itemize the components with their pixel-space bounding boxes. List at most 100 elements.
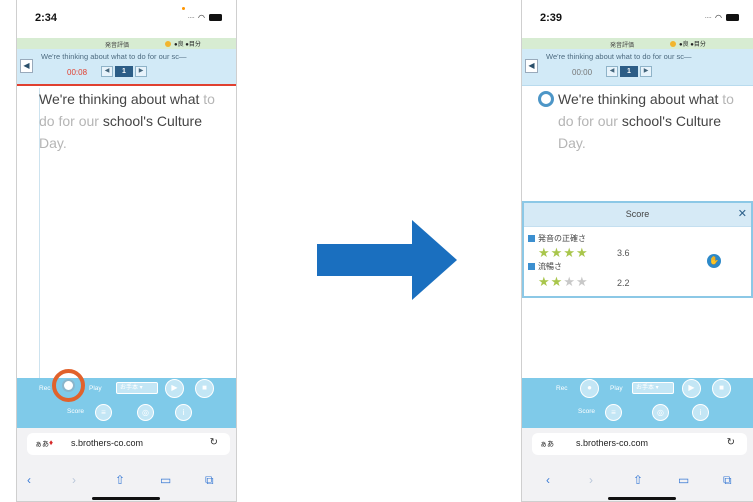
star-icon: ★ [575, 245, 589, 260]
url-text: s.brothers-co.com [71, 438, 144, 448]
forward-nav-icon[interactable]: › [589, 473, 593, 487]
fluency-stars: ★★★★ [538, 274, 589, 290]
score-list-icon[interactable]: ≡ [605, 404, 622, 421]
tabs-icon[interactable]: ⧉ [205, 473, 214, 488]
accuracy-label: 発音の正確さ [528, 233, 586, 244]
play-icon[interactable]: ▶ [682, 379, 701, 398]
accuracy-stars: ★★★★ [538, 245, 589, 261]
model-audio-select[interactable]: お手本 ▾ [116, 382, 158, 394]
next-page-button[interactable]: ▶ [135, 66, 147, 77]
sentence-part-4: school's Culture [98, 113, 202, 129]
status-time: 2:39 [540, 12, 563, 24]
bookmarks-icon[interactable]: ▭ [678, 473, 689, 487]
share-icon[interactable]: ⇧ [633, 473, 643, 487]
status-time: 2:34 [35, 12, 58, 24]
text-size-button[interactable]: ぁあ [35, 439, 49, 449]
tabs-icon[interactable]: ⧉ [723, 473, 732, 488]
evaluation-legend: ●良 ●目分 [670, 39, 706, 48]
model-audio-select[interactable]: お手本 ▾ [632, 382, 674, 394]
star-icon: ★ [550, 245, 564, 260]
back-nav-icon[interactable]: ‹ [27, 473, 31, 487]
browser-address-bar: ぁあ ♦ s.brothers-co.com ↻ [17, 428, 236, 470]
url-text: s.brothers-co.com [576, 438, 649, 448]
hand-icon[interactable]: ✋ [707, 254, 721, 268]
sentence-part-5: Day. [558, 135, 586, 151]
wifi-icon: ◠ [198, 13, 205, 22]
back-nav-icon[interactable]: ‹ [546, 473, 550, 487]
evaluation-legend: ●良 ●目分 [165, 39, 201, 48]
star-icon: ★ [575, 274, 589, 289]
evaluation-legend-text: ●良 ●目分 [174, 42, 201, 48]
close-icon[interactable]: ✕ [738, 207, 747, 220]
battery-icon [726, 14, 739, 21]
previous-page-button[interactable]: ◀ [606, 66, 618, 77]
sentence-text: We're thinking about what to do for our … [39, 88, 230, 154]
microphone-icon: ♦ [49, 438, 54, 447]
back-button[interactable]: ◀ [525, 59, 538, 73]
evaluation-legend-text: ●良 ●目分 [679, 42, 706, 48]
star-icon: ★ [563, 274, 576, 289]
reload-icon[interactable]: ↻ [210, 437, 218, 448]
url-field[interactable]: ぁあ s.brothers-co.com ↻ [532, 433, 747, 455]
url-field[interactable]: ぁあ ♦ s.brothers-co.com ↻ [27, 433, 230, 455]
record-stop-button[interactable] [62, 379, 75, 392]
share-icon[interactable]: ⇧ [115, 473, 125, 487]
phone-screen-after: 2:39 ···· ◠ 発音評価 ●良 ●目分 ◀ We're thinking… [521, 0, 753, 502]
sentence-part-2: to [718, 91, 734, 107]
home-indicator [608, 497, 676, 500]
fluency-score: 2.2 [617, 278, 630, 288]
accuracy-label-text: 発音の正確さ [538, 234, 586, 243]
play-label: Play [89, 385, 102, 392]
score-list-icon[interactable]: ≡ [95, 404, 112, 421]
fluency-label: 流暢さ [528, 261, 562, 272]
record-icon[interactable]: ● [580, 379, 599, 398]
next-page-button[interactable]: ▶ [640, 66, 652, 77]
sentence-part-1: We're thinking about what [558, 91, 719, 107]
replay-icon[interactable] [538, 91, 554, 107]
stop-icon[interactable]: ■ [195, 379, 214, 398]
signal-icon: ···· [704, 13, 712, 22]
back-button[interactable]: ◀ [20, 59, 33, 73]
settings-icon[interactable]: ◎ [137, 404, 154, 421]
evaluation-bar: 発音評価 ●良 ●目分 [17, 38, 236, 49]
rec-label: Rec [39, 385, 51, 392]
play-icon[interactable]: ▶ [165, 379, 184, 398]
star-icon: ★ [550, 274, 564, 289]
score-label: Score [67, 408, 84, 415]
sentence-preview: We're thinking about what to do for our … [546, 52, 692, 61]
info-icon[interactable]: i [692, 404, 709, 421]
recording-indicator-icon [182, 7, 185, 10]
practice-toolbar: Rec ● Play お手本 ▾ ▶ ■ Score ≡ ◎ i [522, 378, 753, 428]
stop-icon[interactable]: ■ [712, 379, 731, 398]
settings-icon[interactable]: ◎ [652, 404, 669, 421]
page-navigator: ◀ 1 ▶ [606, 66, 652, 77]
reload-icon[interactable]: ↻ [727, 437, 735, 448]
status-icons: ···· ◠ [704, 13, 739, 22]
play-label: Play [610, 385, 623, 392]
star-icon: ★ [538, 245, 551, 260]
score-popup-title: Score [625, 209, 650, 219]
previous-page-button[interactable]: ◀ [101, 66, 113, 77]
star-icon: ★ [538, 274, 551, 289]
battery-icon [209, 14, 222, 21]
text-size-button[interactable]: ぁあ [540, 439, 554, 449]
sentence-part-5: Day. [39, 135, 67, 151]
fluency-label-text: 流暢さ [538, 262, 562, 271]
sentence-part-4: school's Culture [617, 113, 721, 129]
legend-dot-icon [670, 40, 676, 47]
sentence-header: ◀ We're thinking about what to do for ou… [17, 49, 236, 86]
sentence-text: We're thinking about what to do for our … [558, 88, 747, 154]
sentence-header: ◀ We're thinking about what to do for ou… [522, 49, 753, 86]
info-icon[interactable]: i [175, 404, 192, 421]
evaluation-label: 発音評価 [610, 43, 635, 49]
sentence-preview: We're thinking about what to do for our … [41, 52, 187, 61]
score-popup-header: Score ✕ [524, 203, 751, 227]
practice-toolbar: Rec Play お手本 ▾ ▶ ■ Score ≡ ◎ i [17, 369, 236, 428]
bookmarks-icon[interactable]: ▭ [160, 473, 171, 487]
sentence-part-1: We're thinking about what [39, 91, 200, 107]
page-number: 1 [115, 66, 133, 77]
recording-timer: 00:00 [572, 68, 593, 77]
accuracy-square-icon [528, 235, 535, 242]
status-icons: ···· ◠ [187, 13, 222, 22]
forward-nav-icon[interactable]: › [72, 473, 76, 487]
